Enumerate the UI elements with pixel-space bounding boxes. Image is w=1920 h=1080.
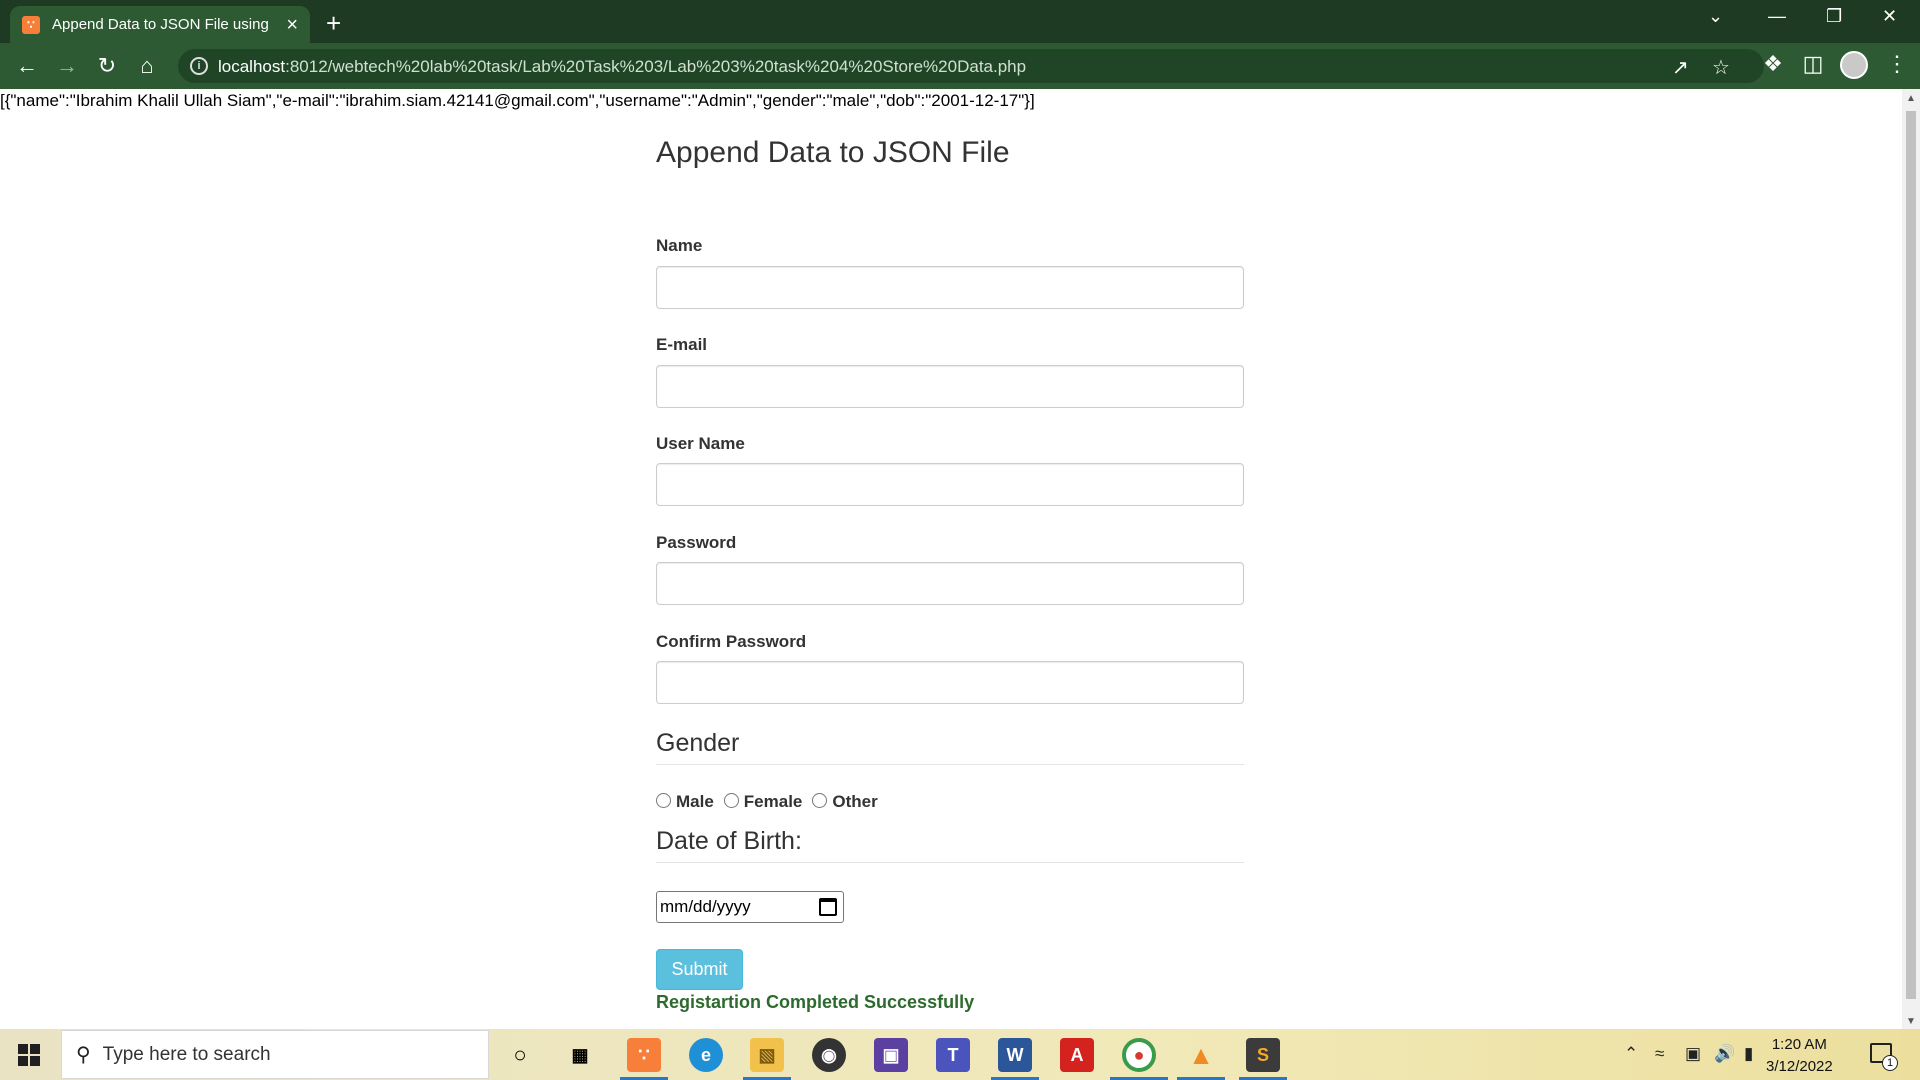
tab-title: Append Data to JSON File using <box>52 16 269 33</box>
new-tab-icon[interactable]: + <box>326 8 341 39</box>
gender-male-radio[interactable] <box>656 792 671 808</box>
gender-other-label[interactable]: Other <box>832 792 877 812</box>
form-title: Append Data to JSON File <box>656 136 1010 169</box>
volume-icon[interactable]: 🔊 <box>1714 1044 1735 1064</box>
browser-tab-active[interactable]: ∵ Append Data to JSON File using × <box>10 6 310 43</box>
wifi-icon[interactable]: ≈ <box>1655 1044 1664 1064</box>
browser-tab-bar: ∵ Append Data to JSON File using × + ⌄ —… <box>0 0 1920 43</box>
back-arrow-icon[interactable]: ← <box>14 53 40 79</box>
restore-icon[interactable]: ❐ <box>1826 6 1842 27</box>
browser-menu-icon[interactable]: ⋮ <box>1886 51 1908 77</box>
clock-time: 1:20 AM <box>1771 1036 1827 1053</box>
task-view-icon[interactable]: ▦ <box>563 1038 597 1072</box>
name-label: Name <box>656 236 703 255</box>
gender-male-label[interactable]: Male <box>676 792 714 812</box>
scroll-up-arrow-icon[interactable]: ▲ <box>1906 93 1916 104</box>
scroll-thumb[interactable] <box>1906 111 1916 999</box>
search-icon: ⚲ <box>76 1044 91 1066</box>
taskbar-search-placeholder: Type here to search <box>102 1043 271 1065</box>
home-icon[interactable]: ⌂ <box>134 53 160 79</box>
obs-studio-icon[interactable]: ◉ <box>812 1038 846 1072</box>
site-info-icon[interactable]: i <box>190 57 208 75</box>
windows-start-icon[interactable] <box>18 1044 40 1066</box>
show-hidden-icons-chevron-icon[interactable]: ⌃ <box>1624 1044 1638 1064</box>
bookmark-star-icon[interactable]: ☆ <box>1712 55 1730 80</box>
minimize-icon[interactable]: — <box>1768 6 1786 27</box>
file-explorer-icon[interactable]: ▧ <box>750 1038 784 1072</box>
username-label: User Name <box>656 434 745 453</box>
reload-icon[interactable]: ↻ <box>94 53 120 79</box>
taskbar-clock[interactable]: 1:20 AM 3/12/2022 <box>1766 1034 1833 1078</box>
side-panel-icon[interactable]: ◫ <box>1800 51 1826 77</box>
gender-other-radio[interactable] <box>812 792 828 808</box>
dob-legend: Date of Birth: <box>656 827 1244 863</box>
xampp-favicon-icon: ∵ <box>22 15 40 34</box>
edge-browser-icon[interactable]: e <box>689 1038 723 1072</box>
dob-date-input[interactable]: mm/dd/yyyy <box>656 891 844 923</box>
network-status-icon[interactable]: ▣ <box>1685 1044 1701 1064</box>
url-host: localhost <box>218 57 286 76</box>
scroll-down-arrow-icon[interactable]: ▼ <box>1906 1016 1916 1027</box>
gender-female-label[interactable]: Female <box>744 792 803 812</box>
gender-radio-group: Male Female Other <box>656 792 888 812</box>
confirm-password-label: Confirm Password <box>656 632 807 651</box>
word-icon[interactable]: W <box>998 1038 1032 1072</box>
profile-avatar[interactable] <box>1840 51 1868 79</box>
battery-icon[interactable]: ▮ <box>1744 1044 1753 1064</box>
tab-search-chevron-icon[interactable]: ⌄ <box>1708 6 1723 27</box>
gender-legend: Gender <box>656 729 1244 765</box>
windows-taskbar: ⚲ Type here to search ○ ▦ ∵ e ▧ ◉ ▣ T W … <box>0 1029 1920 1080</box>
url-path: :8012/webtech%20lab%20task/Lab%20Task%20… <box>285 57 1027 76</box>
password-label: Password <box>656 533 737 552</box>
confirm-password-input[interactable] <box>656 661 1244 704</box>
close-window-icon[interactable]: ✕ <box>1882 6 1897 27</box>
chrome-icon[interactable]: ● <box>1122 1038 1156 1072</box>
forward-arrow-icon[interactable]: → <box>54 53 80 79</box>
json-output-text: [{"name":"Ibrahim Khalil Ullah Siam","e-… <box>0 91 1035 110</box>
success-message: Registartion Completed Successfully <box>656 992 975 1012</box>
username-input[interactable] <box>656 463 1244 506</box>
share-icon[interactable]: ↗ <box>1672 55 1689 80</box>
calendar-icon[interactable] <box>819 898 837 916</box>
teams-icon[interactable]: T <box>936 1038 970 1072</box>
vlc-icon[interactable]: ▲ <box>1184 1038 1218 1072</box>
extensions-puzzle-icon[interactable]: ❖ <box>1760 51 1786 77</box>
tab-close-icon[interactable]: × <box>286 15 298 35</box>
password-input[interactable] <box>656 562 1244 605</box>
xampp-app-icon[interactable]: ∵ <box>627 1038 661 1072</box>
sublime-text-icon[interactable]: S <box>1246 1038 1280 1072</box>
notification-count-badge: 1 <box>1882 1055 1898 1071</box>
browser-toolbar: ← → ↻ ⌂ i localhost:8012/webtech%20lab%2… <box>0 43 1920 89</box>
page-content: [{"name":"Ibrahim Khalil Ullah Siam","e-… <box>0 89 1902 1029</box>
gender-female-radio[interactable] <box>723 792 739 808</box>
email-input[interactable] <box>656 365 1244 408</box>
acrobat-icon[interactable]: A <box>1060 1038 1094 1072</box>
submit-button[interactable]: Submit <box>656 949 743 990</box>
office-app-icon[interactable]: ▣ <box>874 1038 908 1072</box>
cortana-icon[interactable]: ○ <box>503 1038 537 1072</box>
page-scrollbar[interactable]: ▲ ▼ <box>1902 89 1920 1029</box>
dob-placeholder: mm/dd/yyyy <box>660 897 751 916</box>
taskbar-search-box[interactable]: ⚲ Type here to search <box>61 1030 489 1079</box>
clock-date: 3/12/2022 <box>1766 1058 1833 1075</box>
address-bar[interactable]: i localhost:8012/webtech%20lab%20task/La… <box>178 49 1764 83</box>
email-label: E-mail <box>656 335 708 354</box>
address-url: localhost:8012/webtech%20lab%20task/Lab%… <box>218 57 1026 77</box>
name-input[interactable] <box>656 266 1244 309</box>
